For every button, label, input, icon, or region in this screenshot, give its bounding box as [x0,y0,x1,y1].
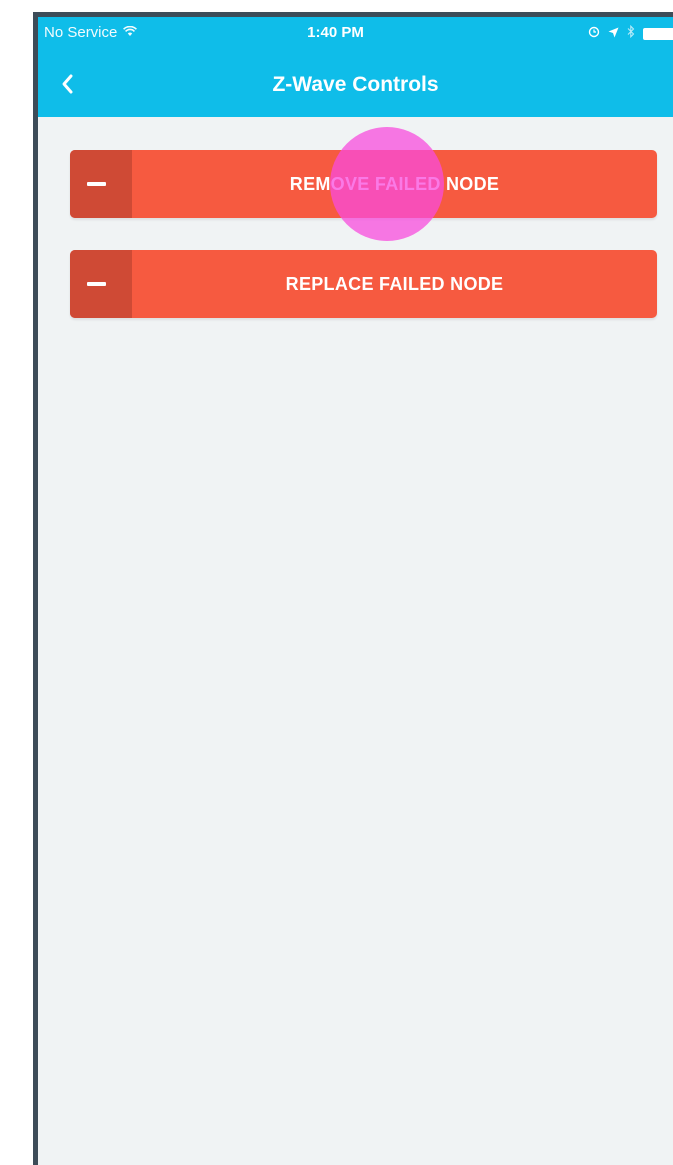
replace-failed-node-button[interactable]: REPLACE FAILED NODE [70,250,657,318]
status-time: 1:40 PM [307,24,364,41]
battery-icon [643,27,673,40]
location-arrow-icon [608,25,619,42]
bluetooth-icon [627,24,635,42]
minus-icon [87,282,106,286]
remove-icon-box [70,150,132,218]
status-right [588,24,673,42]
minus-icon [87,182,106,186]
alarm-icon [588,25,600,42]
status-bar: No Service 1:40 PM [38,17,673,47]
remove-failed-node-button[interactable]: REMOVE FAILED NODE [70,150,657,218]
nav-bar: Z-Wave Controls [38,67,673,107]
app-header: No Service 1:40 PM Z-Wave Controls [38,17,673,117]
remove-failed-node-label: REMOVE FAILED NODE [289,174,500,194]
replace-icon-box [70,250,132,318]
app-screen: No Service 1:40 PM Z-Wave Controls REMOV… [38,17,673,1165]
replace-failed-node-label: REPLACE FAILED NODE [285,274,504,294]
page-title: Z-Wave Controls [272,73,439,96]
